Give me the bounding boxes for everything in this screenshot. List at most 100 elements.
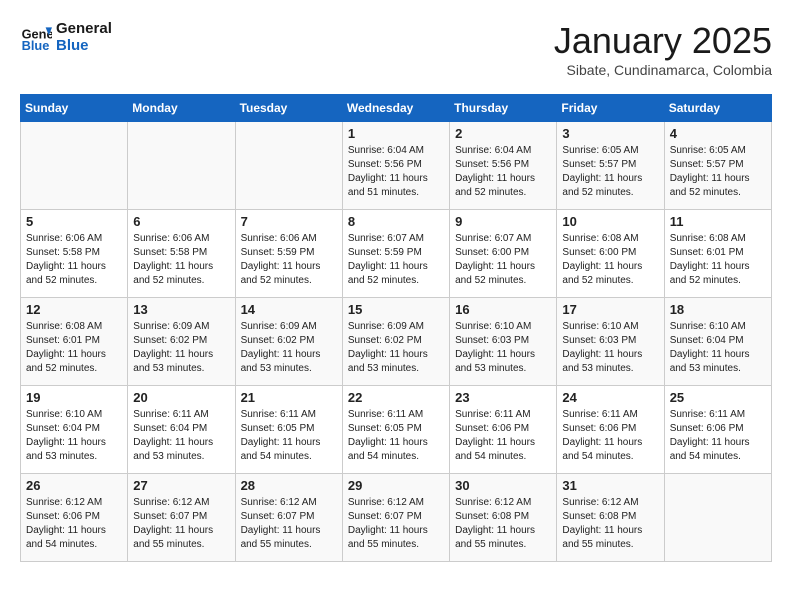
day-number: 17 [562,302,658,317]
calendar-cell: 8 Sunrise: 6:07 AM Sunset: 5:59 PM Daylig… [342,210,449,298]
day-number: 9 [455,214,551,229]
svg-text:Blue: Blue [22,38,50,53]
calendar-header-row: SundayMondayTuesdayWednesdayThursdayFrid… [21,95,772,122]
day-number: 2 [455,126,551,141]
calendar-cell: 13Sunrise: 6:09 AM Sunset: 6:02 PM Dayli… [128,298,235,386]
calendar-cell: 4 Sunrise: 6:05 AM Sunset: 5:57 PM Daylig… [664,122,771,210]
cell-info: Sunrise: 6:06 AM Sunset: 5:58 PM Dayligh… [26,232,122,288]
col-header-monday: Monday [128,95,235,122]
cell-info: Sunrise: 6:11 AM Sunset: 6:05 PM Dayligh… [348,408,444,464]
calendar-cell: 12 Sunrise: 6:08 AM Sunset: 6:01 PM Dayli… [21,298,128,386]
day-number: 20 [133,390,229,405]
calendar-cell: 6Sunrise: 6:06 AM Sunset: 5:58 PM Daylig… [128,210,235,298]
calendar-cell: 3 Sunrise: 6:05 AM Sunset: 5:57 PM Daylig… [557,122,664,210]
cell-info: Sunrise: 6:06 AM Sunset: 5:59 PM Dayligh… [241,232,337,288]
calendar-cell: 20 Sunrise: 6:11 AM Sunset: 6:04 PM Dayli… [128,386,235,474]
cell-info: Sunrise: 6:11 AM Sunset: 6:06 PM Dayligh… [562,408,658,464]
day-number: 26 [26,478,122,493]
calendar-week-row: 12 Sunrise: 6:08 AM Sunset: 6:01 PM Dayli… [21,298,772,386]
day-number: 11 [670,214,766,229]
logo-icon: General Blue [20,21,52,53]
day-number: 3 [562,126,658,141]
calendar-week-row: 1 Sunrise: 6:04 AM Sunset: 5:56 PM Daylig… [21,122,772,210]
calendar-cell: 23 Sunrise: 6:11 AM Sunset: 6:06 PM Dayli… [450,386,557,474]
day-number: 31 [562,478,658,493]
calendar-cell: 19Sunrise: 6:10 AM Sunset: 6:04 PM Dayli… [21,386,128,474]
calendar-cell [21,122,128,210]
cell-info: Sunrise: 6:11 AM Sunset: 6:06 PM Dayligh… [670,408,766,464]
day-number: 10 [562,214,658,229]
calendar-cell: 17 Sunrise: 6:10 AM Sunset: 6:03 PM Dayli… [557,298,664,386]
calendar-cell: 16Sunrise: 6:10 AM Sunset: 6:03 PM Dayli… [450,298,557,386]
col-header-friday: Friday [557,95,664,122]
day-number: 25 [670,390,766,405]
calendar-cell: 21Sunrise: 6:11 AM Sunset: 6:05 PM Dayli… [235,386,342,474]
logo-line1: General [56,20,112,37]
day-number: 15 [348,302,444,317]
calendar-cell: 10Sunrise: 6:08 AM Sunset: 6:00 PM Dayli… [557,210,664,298]
day-number: 28 [241,478,337,493]
day-number: 1 [348,126,444,141]
calendar-cell [128,122,235,210]
cell-info: Sunrise: 6:10 AM Sunset: 6:04 PM Dayligh… [26,408,122,464]
col-header-sunday: Sunday [21,95,128,122]
cell-info: Sunrise: 6:05 AM Sunset: 5:57 PM Dayligh… [562,144,658,200]
calendar-cell: 2Sunrise: 6:04 AM Sunset: 5:56 PM Daylig… [450,122,557,210]
day-number: 27 [133,478,229,493]
calendar-cell: 24 Sunrise: 6:11 AM Sunset: 6:06 PM Dayli… [557,386,664,474]
day-number: 23 [455,390,551,405]
day-number: 18 [670,302,766,317]
logo: General Blue General Blue [20,20,112,54]
col-header-thursday: Thursday [450,95,557,122]
day-number: 8 [348,214,444,229]
day-number: 6 [133,214,229,229]
cell-info: Sunrise: 6:04 AM Sunset: 5:56 PM Dayligh… [348,144,444,200]
page-header: General Blue General Blue January 2025 S… [20,20,772,78]
calendar-cell: 31 Sunrise: 6:12 AM Sunset: 6:08 PM Dayli… [557,474,664,562]
cell-info: Sunrise: 6:08 AM Sunset: 6:01 PM Dayligh… [670,232,766,288]
cell-info: Sunrise: 6:08 AM Sunset: 6:01 PM Dayligh… [26,320,122,376]
cell-info: Sunrise: 6:12 AM Sunset: 6:08 PM Dayligh… [562,496,658,552]
day-number: 22 [348,390,444,405]
cell-info: Sunrise: 6:12 AM Sunset: 6:06 PM Dayligh… [26,496,122,552]
day-number: 5 [26,214,122,229]
calendar-cell [235,122,342,210]
location: Sibate, Cundinamarca, Colombia [554,62,772,78]
day-number: 24 [562,390,658,405]
cell-info: Sunrise: 6:12 AM Sunset: 6:08 PM Dayligh… [455,496,551,552]
cell-info: Sunrise: 6:10 AM Sunset: 6:03 PM Dayligh… [455,320,551,376]
cell-info: Sunrise: 6:11 AM Sunset: 6:04 PM Dayligh… [133,408,229,464]
day-number: 14 [241,302,337,317]
calendar-week-row: 26 Sunrise: 6:12 AM Sunset: 6:06 PM Dayli… [21,474,772,562]
calendar-cell: 22 Sunrise: 6:11 AM Sunset: 6:05 PM Dayli… [342,386,449,474]
calendar-cell: 18Sunrise: 6:10 AM Sunset: 6:04 PM Dayli… [664,298,771,386]
calendar-cell: 30 Sunrise: 6:12 AM Sunset: 6:08 PM Dayli… [450,474,557,562]
col-header-tuesday: Tuesday [235,95,342,122]
title-block: January 2025 Sibate, Cundinamarca, Colom… [554,20,772,78]
calendar-cell: 25 Sunrise: 6:11 AM Sunset: 6:06 PM Dayli… [664,386,771,474]
calendar-cell: 5 Sunrise: 6:06 AM Sunset: 5:58 PM Daylig… [21,210,128,298]
cell-info: Sunrise: 6:12 AM Sunset: 6:07 PM Dayligh… [348,496,444,552]
calendar-cell: 26 Sunrise: 6:12 AM Sunset: 6:06 PM Dayli… [21,474,128,562]
cell-info: Sunrise: 6:09 AM Sunset: 6:02 PM Dayligh… [348,320,444,376]
cell-info: Sunrise: 6:07 AM Sunset: 5:59 PM Dayligh… [348,232,444,288]
calendar-cell: 15 Sunrise: 6:09 AM Sunset: 6:02 PM Dayli… [342,298,449,386]
calendar-cell: 11 Sunrise: 6:08 AM Sunset: 6:01 PM Dayli… [664,210,771,298]
calendar-cell [664,474,771,562]
day-number: 13 [133,302,229,317]
cell-info: Sunrise: 6:11 AM Sunset: 6:06 PM Dayligh… [455,408,551,464]
day-number: 12 [26,302,122,317]
calendar-table: SundayMondayTuesdayWednesdayThursdayFrid… [20,94,772,562]
calendar-week-row: 5 Sunrise: 6:06 AM Sunset: 5:58 PM Daylig… [21,210,772,298]
day-number: 29 [348,478,444,493]
month-title: January 2025 [554,20,772,62]
calendar-cell: 29 Sunrise: 6:12 AM Sunset: 6:07 PM Dayli… [342,474,449,562]
col-header-saturday: Saturday [664,95,771,122]
cell-info: Sunrise: 6:05 AM Sunset: 5:57 PM Dayligh… [670,144,766,200]
cell-info: Sunrise: 6:09 AM Sunset: 6:02 PM Dayligh… [241,320,337,376]
cell-info: Sunrise: 6:07 AM Sunset: 6:00 PM Dayligh… [455,232,551,288]
day-number: 30 [455,478,551,493]
cell-info: Sunrise: 6:10 AM Sunset: 6:03 PM Dayligh… [562,320,658,376]
day-number: 4 [670,126,766,141]
calendar-cell: 14 Sunrise: 6:09 AM Sunset: 6:02 PM Dayli… [235,298,342,386]
